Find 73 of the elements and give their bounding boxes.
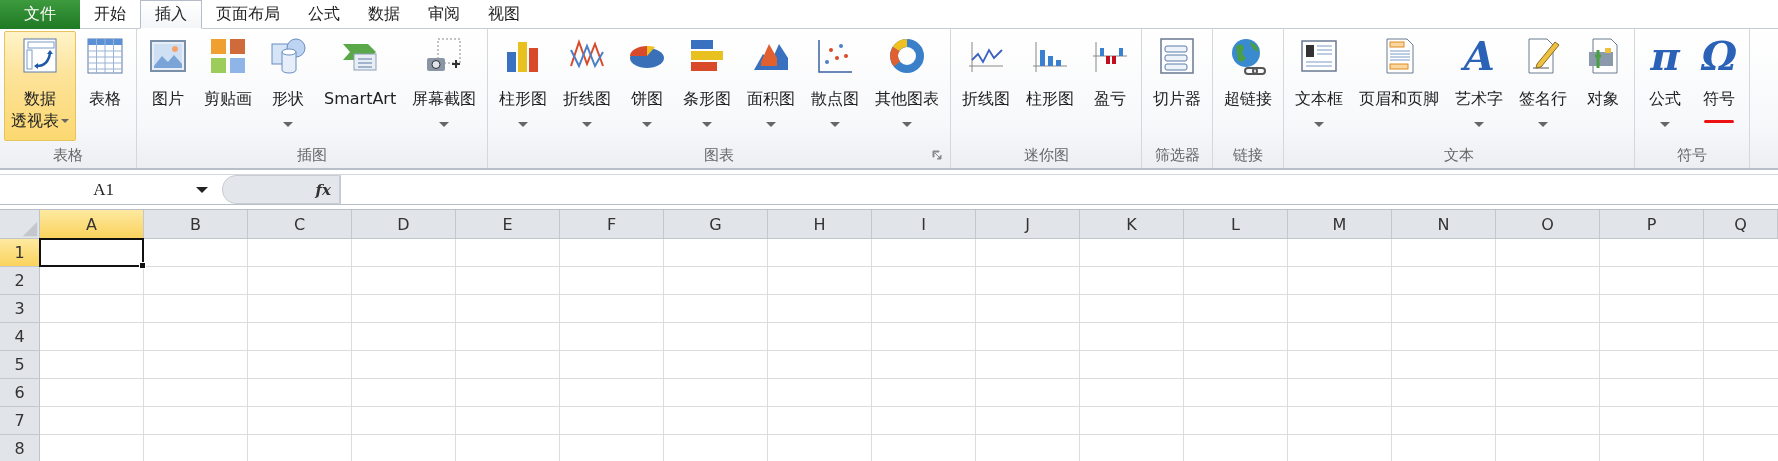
row-header[interactable]: 7 <box>0 407 40 435</box>
corner-triangle-icon <box>21 220 39 238</box>
column-header[interactable]: I <box>872 210 976 239</box>
column-header[interactable]: E <box>456 210 560 239</box>
ribbon-button[interactable]: 超链接 <box>1217 31 1280 141</box>
clip-art-icon <box>208 36 248 76</box>
group-label: 链接 <box>1233 145 1264 165</box>
ribbon-button[interactable]: 数据 透视表 <box>4 31 76 141</box>
group-label: 迷你图 <box>1023 145 1069 165</box>
column-header[interactable]: K <box>1080 210 1184 239</box>
ribbon-button[interactable]: 柱形图 <box>492 31 555 141</box>
column-header[interactable]: P <box>1600 210 1704 239</box>
row-header[interactable]: 3 <box>0 295 40 323</box>
table-icon <box>85 36 125 76</box>
active-cell[interactable] <box>39 238 144 267</box>
ribbon-button[interactable]: 文本框 <box>1288 31 1351 141</box>
column-header[interactable]: C <box>248 210 352 239</box>
ribbon-button[interactable]: 柱形图 <box>1019 31 1082 141</box>
column-header[interactable]: F <box>560 210 664 239</box>
row-header[interactable]: 8 <box>0 435 40 461</box>
ribbon-button[interactable]: 折线图 <box>955 31 1018 141</box>
column-header[interactable]: Q <box>1704 210 1778 239</box>
column-header[interactable]: D <box>352 210 456 239</box>
dialog-launcher-icon[interactable] <box>932 150 943 160</box>
group-label: 表格 <box>53 145 83 165</box>
group-label: 图表 <box>704 145 735 165</box>
name-box[interactable]: A1 <box>0 175 214 204</box>
column-header[interactable]: M <box>1288 210 1392 239</box>
group-label: 符号 <box>1677 145 1708 165</box>
ribbon-button[interactable]: 图片 <box>141 31 195 141</box>
ribbon-button[interactable]: 形状 <box>261 31 315 141</box>
ribbon-button[interactable]: 饼图 <box>620 31 675 141</box>
row-header[interactable]: 6 <box>0 379 40 407</box>
ribbon-button[interactable]: 对象 <box>1576 31 1631 141</box>
column-header[interactable]: N <box>1392 210 1496 239</box>
ribbon-button[interactable]: 条形图 <box>676 31 739 141</box>
pivot-table-icon <box>20 36 60 76</box>
ribbon-button[interactable]: 盈亏 <box>1083 31 1138 141</box>
ribbon-button[interactable]: 其他图表 <box>868 31 947 141</box>
insert-function-button[interactable]: fx <box>222 175 340 204</box>
group-label: 插图 <box>297 145 328 165</box>
ribbon-button[interactable]: 屏幕截图 <box>405 31 484 141</box>
column-header[interactable]: L <box>1184 210 1288 239</box>
group-label: 筛选器 <box>1154 145 1200 165</box>
row-header[interactable]: 1 <box>0 239 40 267</box>
column-header[interactable]: O <box>1496 210 1600 239</box>
column-header[interactable]: J <box>976 210 1080 239</box>
group-label: 文本 <box>1444 145 1475 165</box>
column-header[interactable]: G <box>664 210 768 239</box>
pi-icon: π <box>1650 36 1680 76</box>
omega-icon: Ω <box>1701 36 1737 76</box>
ribbon-button[interactable]: 散点图 <box>804 31 867 141</box>
ribbon-button[interactable]: SmartArt <box>317 31 404 141</box>
ribbon-tab[interactable]: 文件 <box>0 0 80 29</box>
ribbon-tab[interactable]: 插入 <box>140 0 202 29</box>
column-header[interactable]: B <box>144 210 248 239</box>
row-header[interactable]: 5 <box>0 351 40 379</box>
column-header[interactable]: A <box>40 210 144 239</box>
ribbon-button[interactable]: A 艺术字 <box>1448 31 1511 141</box>
ribbon-button[interactable]: 面积图 <box>740 31 803 141</box>
caret-icon <box>196 186 208 193</box>
ribbon-button[interactable]: 剪贴画 <box>197 31 259 141</box>
column-header[interactable]: H <box>768 210 872 239</box>
shapes-icon <box>268 36 308 76</box>
ribbon-button[interactable]: Ω 符号 <box>1693 31 1746 141</box>
ribbon-button[interactable]: 切片器 <box>1146 31 1209 141</box>
ribbon-button[interactable]: 页眉和页脚 <box>1352 31 1447 141</box>
row-header[interactable]: 2 <box>0 267 40 295</box>
ribbon-button[interactable]: 折线图 <box>556 31 619 141</box>
ribbon-button[interactable]: π 公式 <box>1639 31 1692 141</box>
ribbon-button[interactable]: 签名行 <box>1512 31 1575 141</box>
ribbon-button[interactable]: 表格 <box>78 31 132 141</box>
row-header[interactable]: 4 <box>0 323 40 351</box>
